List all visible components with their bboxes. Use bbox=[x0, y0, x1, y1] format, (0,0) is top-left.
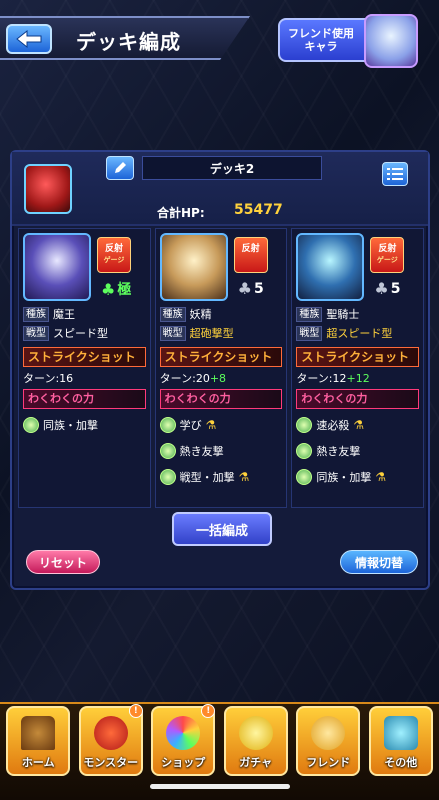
waku-orb-icon bbox=[296, 469, 313, 485]
turn-count: ターン:16 bbox=[23, 372, 74, 385]
nav-friend[interactable]: フレンド bbox=[296, 706, 361, 776]
type-tag: 戦型 bbox=[23, 325, 49, 341]
monster-portrait[interactable] bbox=[23, 233, 91, 301]
other-icon bbox=[383, 716, 418, 750]
clover-icon: ♣ bbox=[101, 279, 116, 299]
luck-indicator: ♣ 極 bbox=[101, 279, 132, 299]
list-icon bbox=[387, 168, 403, 180]
waku-item: 同族・加撃 ⚗ bbox=[296, 467, 419, 487]
deck-panel-header: デッキ2 合計HP: 55477 bbox=[12, 152, 428, 226]
waku-item: 熱き友撃 bbox=[296, 441, 419, 461]
tribe-tag: 種族 bbox=[296, 306, 323, 322]
waku-item: 熱き友撃 bbox=[159, 441, 283, 461]
potion-icon: ⚗ bbox=[375, 470, 387, 484]
reflect-gauge-badge: 反射 bbox=[233, 237, 268, 273]
tribe-value: 聖騎士 bbox=[326, 308, 360, 321]
monster-portrait[interactable] bbox=[296, 233, 365, 301]
back-arrow-icon bbox=[16, 29, 42, 49]
total-hp-value: 55477 bbox=[234, 202, 283, 218]
deck-name: デッキ2 bbox=[142, 156, 322, 180]
monster-slot-2[interactable]: 反射 ♣ 5 種族 妖精 戦型 超砲撃型 ストライクショット ターン:20+8 わくわ… bbox=[154, 228, 288, 508]
bulk-edit-button[interactable]: 一括編成 bbox=[172, 512, 272, 546]
strike-shot-label: ストライクショット bbox=[159, 347, 283, 367]
type-value: 超スピード型 bbox=[326, 327, 393, 340]
leader-avatar[interactable] bbox=[24, 164, 72, 214]
potion-icon: ⚗ bbox=[238, 470, 250, 484]
reflect-gauge-badge: 反射 ゲージ bbox=[370, 237, 405, 273]
monster-icon bbox=[93, 716, 128, 750]
waku-item: 学び ⚗ bbox=[159, 415, 283, 435]
waku-orb-icon bbox=[23, 417, 39, 433]
type-tag: 戦型 bbox=[159, 325, 186, 341]
waku-title: わくわくの力 bbox=[23, 389, 146, 409]
notification-badge: ! bbox=[128, 704, 143, 718]
nav-gacha[interactable]: ガチャ bbox=[223, 706, 288, 776]
waku-orb-icon bbox=[296, 417, 313, 433]
type-value: スピード型 bbox=[53, 327, 108, 340]
turn-count: ターン:20+8 bbox=[159, 372, 227, 385]
waku-orb-icon bbox=[159, 443, 176, 459]
waku-orb-icon bbox=[159, 469, 176, 485]
info-toggle-button[interactable]: 情報切替 bbox=[340, 550, 418, 574]
monster-portrait[interactable] bbox=[159, 233, 228, 301]
strike-shot-label: ストライクショット bbox=[23, 347, 146, 367]
waku-title: わくわくの力 bbox=[296, 389, 420, 409]
tribe-value: 魔王 bbox=[53, 308, 75, 321]
tribe-value: 妖精 bbox=[189, 308, 212, 321]
waku-orb-icon bbox=[159, 417, 176, 433]
nav-home[interactable]: ホーム bbox=[6, 706, 71, 776]
type-tag: 戦型 bbox=[296, 325, 323, 341]
total-hp-label: 合計HP: bbox=[157, 206, 205, 220]
monster-columns: 反射 ゲージ ♣ 極 種族 魔王 戦型 スピード型 ストライクショット ターン:16 わ… bbox=[18, 228, 425, 508]
back-button[interactable] bbox=[6, 24, 52, 54]
deck-list-button[interactable] bbox=[382, 162, 408, 186]
clover-icon: ♣ bbox=[374, 279, 389, 298]
friend-icon bbox=[311, 716, 346, 750]
gacha-icon bbox=[238, 716, 273, 750]
home-indicator bbox=[150, 784, 290, 789]
nav-other[interactable]: その他 bbox=[368, 706, 433, 776]
reflect-gauge-badge: 反射 ゲージ bbox=[97, 237, 131, 273]
turn-count: ターン:12+12 bbox=[296, 372, 370, 385]
monster-slot-3[interactable]: 反射 ゲージ ♣ 5 種族 聖騎士 戦型 超スピード型 ストライクショット ターン:12… bbox=[291, 228, 425, 508]
reset-button[interactable]: リセット bbox=[26, 550, 100, 574]
header: デッキ編成 フレンド使用キャラ bbox=[0, 10, 439, 70]
waku-item: 同族・加撃 bbox=[23, 415, 146, 435]
waku-item: 戦型・加撃 ⚗ bbox=[159, 467, 283, 487]
waku-orb-icon bbox=[296, 443, 313, 459]
luck-indicator: ♣ 5 bbox=[237, 279, 264, 298]
potion-icon: ⚗ bbox=[353, 418, 365, 432]
luck-indicator: ♣ 5 bbox=[374, 279, 401, 298]
nav-shop[interactable]: ! ショップ bbox=[151, 704, 216, 776]
clover-icon: ♣ bbox=[237, 279, 253, 298]
notification-badge: ! bbox=[201, 704, 216, 718]
tribe-tag: 種族 bbox=[23, 306, 49, 322]
potion-icon: ⚗ bbox=[205, 418, 217, 432]
type-value: 超砲撃型 bbox=[189, 327, 234, 340]
waku-title: わくわくの力 bbox=[159, 389, 283, 409]
edit-deck-name-button[interactable] bbox=[106, 156, 134, 180]
shop-orb-icon bbox=[166, 716, 201, 750]
friend-button-label: フレンド使用キャラ bbox=[288, 27, 354, 53]
page-title: デッキ編成 bbox=[76, 30, 181, 54]
friend-avatar[interactable] bbox=[364, 14, 418, 68]
pencil-icon bbox=[115, 162, 126, 173]
tribe-tag: 種族 bbox=[159, 306, 186, 322]
waku-item: 速必殺 ⚗ bbox=[296, 415, 419, 435]
deck-panel: デッキ2 合計HP: 55477 反射 ゲージ ♣ 極 種族 魔王 戦型 スピード型 ス… bbox=[10, 150, 430, 590]
nav-monster[interactable]: ! モンスター bbox=[78, 704, 143, 776]
monster-slot-1[interactable]: 反射 ゲージ ♣ 極 種族 魔王 戦型 スピード型 ストライクショット ターン:16 わ… bbox=[18, 228, 151, 508]
strike-shot-label: ストライクショット bbox=[296, 347, 420, 367]
home-icon bbox=[21, 716, 56, 750]
